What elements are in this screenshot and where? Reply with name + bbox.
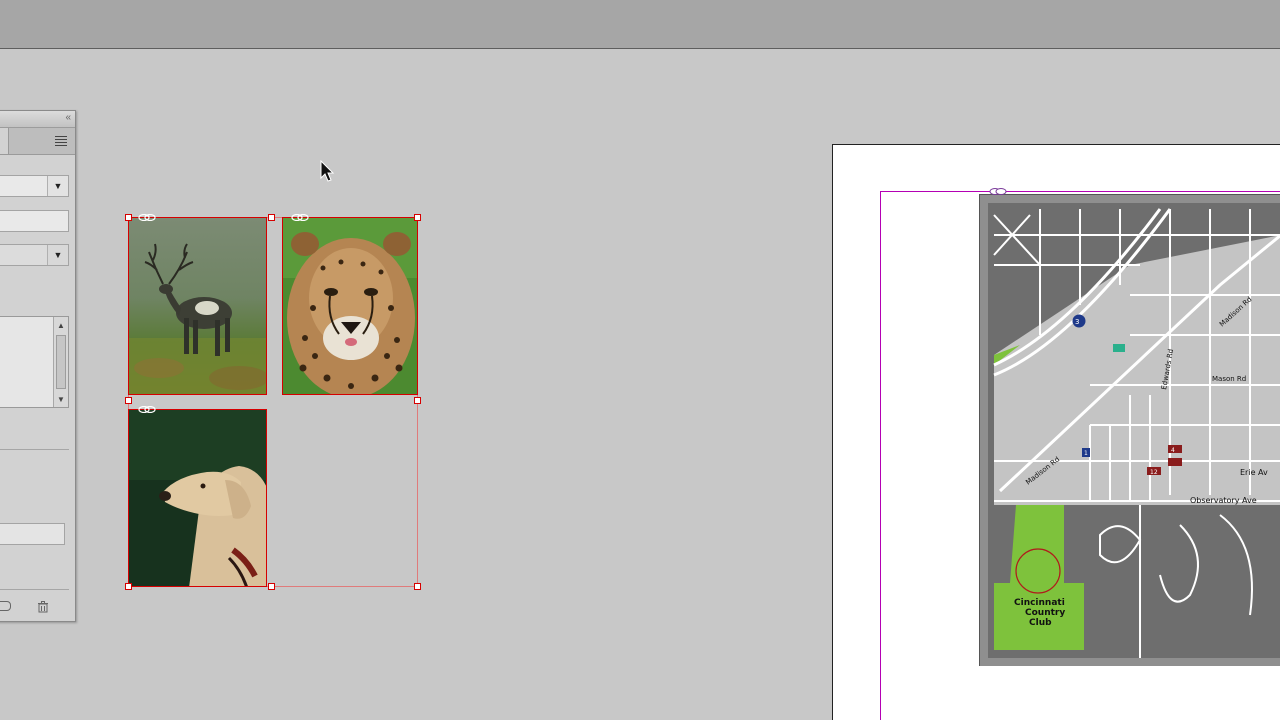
link-badge-icon[interactable] xyxy=(291,214,309,221)
country-club-label-line3: Club xyxy=(1029,618,1052,628)
resize-handle[interactable] xyxy=(268,214,275,221)
erie-ave-label: Erie Av xyxy=(1240,468,1268,477)
mouse-cursor-icon xyxy=(320,160,335,182)
caribou-image-frame[interactable] xyxy=(128,217,267,395)
trash-icon[interactable] xyxy=(37,600,49,613)
country-club-label-line2: Country xyxy=(1025,608,1065,618)
scroll-up-icon[interactable]: ▲ xyxy=(57,321,65,330)
chevron-down-icon[interactable]: ▼ xyxy=(47,245,68,265)
resize-handle[interactable] xyxy=(125,397,132,404)
resize-handle[interactable] xyxy=(125,214,132,221)
cheetah-image-frame[interactable] xyxy=(282,217,418,395)
panel-text-field[interactable] xyxy=(0,210,69,232)
panel-divider xyxy=(0,449,69,450)
link-badge-icon[interactable] xyxy=(138,406,156,413)
relink-icon[interactable] xyxy=(0,601,11,611)
chevron-down-icon[interactable]: ▼ xyxy=(47,176,68,196)
observatory-ave-label: Observatory Ave xyxy=(1190,496,1257,505)
resize-handle[interactable] xyxy=(268,583,275,590)
panel-menu-icon[interactable] xyxy=(55,134,67,148)
route-shield: 1 xyxy=(1084,450,1088,457)
panel-tab[interactable] xyxy=(0,128,9,154)
map-image-frame[interactable]: 3 1 12 4 Observatory Ave Erie Av Mason R… xyxy=(979,194,1280,666)
map-graphic: 3 1 12 4 Observatory Ave Erie Av Mason R… xyxy=(980,195,1280,666)
dog-photo xyxy=(129,410,266,586)
panel-divider xyxy=(0,589,69,590)
panel-info-field[interactable] xyxy=(0,523,65,545)
resize-handle[interactable] xyxy=(414,214,421,221)
scroll-down-icon[interactable]: ▼ xyxy=(57,395,65,404)
mason-rd-label: Mason Rd xyxy=(1212,375,1246,383)
application-bar xyxy=(0,0,1280,49)
route-shield: 4 xyxy=(1171,447,1175,454)
panel-list-scrollbar[interactable]: ▲ ▼ xyxy=(53,317,68,407)
cheetah-photo xyxy=(283,218,417,394)
dog-image-frame[interactable] xyxy=(128,409,267,587)
collapse-panel-icon[interactable]: « xyxy=(65,112,71,123)
panel-list[interactable]: ▲ ▼ xyxy=(0,316,69,408)
interstate-shield: 3 xyxy=(1075,318,1079,326)
resize-handle[interactable] xyxy=(125,583,132,590)
link-badge-icon[interactable] xyxy=(989,188,1007,195)
panel-titlebar[interactable]: « xyxy=(0,111,75,128)
route-shield: 12 xyxy=(1150,469,1158,476)
link-badge-icon[interactable] xyxy=(138,214,156,221)
resize-handle[interactable] xyxy=(414,583,421,590)
panel-dropdown-2[interactable]: ▼ xyxy=(0,244,69,266)
scroll-thumb[interactable] xyxy=(56,335,66,389)
panel-dropdown[interactable]: ▼ xyxy=(0,175,69,197)
country-club-label-line1: Cincinnati xyxy=(1014,598,1065,608)
caribou-photo xyxy=(129,218,266,394)
links-panel: « ▼ ▼ ▲ ▼ xyxy=(0,110,76,622)
panel-tab-row xyxy=(0,128,75,155)
resize-handle[interactable] xyxy=(414,397,421,404)
